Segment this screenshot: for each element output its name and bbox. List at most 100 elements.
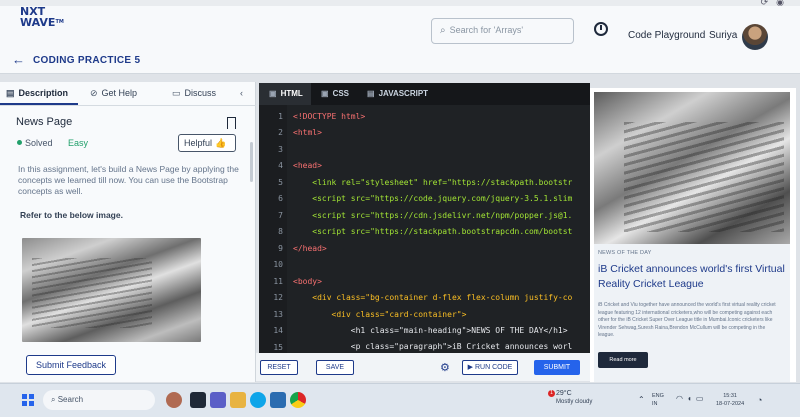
taskbar-widget-icon[interactable] xyxy=(166,392,182,408)
output-preview[interactable]: NEWS OF THE DAY iB Cricket announces wor… xyxy=(590,88,796,382)
js-file-icon: ▤ xyxy=(367,89,375,98)
code-line[interactable]: <head> xyxy=(293,161,588,170)
panel-scrollbar[interactable] xyxy=(250,142,253,182)
preview-paragraph: iB Cricket and Viu together have announc… xyxy=(598,302,776,338)
code-line[interactable]: <!DOCTYPE html> xyxy=(293,112,588,121)
weather-widget[interactable]: 29°C Mostly cloudy xyxy=(556,390,592,406)
line-number-gutter: 1 2 3 4 5 6 7 8 9 10 11 12 13 14 15 xyxy=(259,105,287,353)
task-view-icon[interactable] xyxy=(190,392,206,408)
nxtwave-logo[interactable]: NXT WAVETM xyxy=(20,6,64,28)
bookmark-icon[interactable] xyxy=(227,117,236,129)
code-line[interactable]: <link rel="stylesheet" href="https://sta… xyxy=(293,178,588,187)
code-line[interactable]: <script src="https://code.jquery.com/jqu… xyxy=(293,194,588,203)
save-button[interactable]: SAVE xyxy=(316,360,354,375)
preview-card: NEWS OF THE DAY iB Cricket announces wor… xyxy=(594,244,790,382)
store-icon[interactable] xyxy=(270,392,286,408)
difficulty-badge: Easy xyxy=(68,138,89,148)
line-number: 6 xyxy=(278,194,283,203)
tab-get-help[interactable]: ⊘ Get Help xyxy=(90,88,137,99)
notification-icon[interactable]: ◔ xyxy=(757,395,762,405)
chrome-icon[interactable] xyxy=(290,392,306,408)
file-explorer-icon[interactable] xyxy=(230,392,246,408)
code-line[interactable]: <div class="card-container"> xyxy=(293,310,588,319)
tab-javascript[interactable]: ▤ JAVASCRIPT xyxy=(367,89,428,98)
description-panel: ▤ Description ⊘ Get Help ▭ Discuss ‹ News P… xyxy=(0,82,256,382)
line-number: 13 xyxy=(273,310,283,319)
code-editor[interactable]: ▣ HTML ▣ CSS ▤ JAVASCRIPT 1 2 3 4 5 6 7 8 9… xyxy=(259,83,590,353)
weather-alert-badge: 1 xyxy=(548,390,555,397)
user-name[interactable]: Suriya xyxy=(709,30,737,41)
search-icon: ⌕ xyxy=(440,25,446,36)
editor-toolbar: RESET SAVE ⚙ ▶ RUN CODE SUBMIT xyxy=(256,353,591,381)
refer-text: Refer to the below image. xyxy=(20,210,123,220)
line-number: 11 xyxy=(273,277,283,286)
tab-html[interactable]: ▣ HTML xyxy=(269,89,303,98)
document-icon: ▤ xyxy=(6,88,15,98)
code-line[interactable]: </head> xyxy=(293,244,588,253)
tab-discuss[interactable]: ▭ Discuss xyxy=(172,88,216,99)
thumbs-up-icon: 👍 xyxy=(215,138,227,148)
play-icon: ▶ xyxy=(467,364,475,371)
problem-description: In this assignment, let's build a News P… xyxy=(18,164,239,196)
chat-icon: ▭ xyxy=(172,88,181,98)
preview-heading: iB Cricket announces world's first Virtu… xyxy=(598,263,785,290)
language-indicator[interactable]: ENG IN xyxy=(652,392,664,408)
windows-start-icon[interactable] xyxy=(22,394,34,406)
line-number: 14 xyxy=(273,326,283,335)
submit-button[interactable]: SUBMIT xyxy=(534,360,580,375)
wifi-volume-battery-icons[interactable]: ◠◖▭ xyxy=(676,394,707,403)
timer-icon[interactable] xyxy=(594,22,608,36)
chevron-up-icon[interactable]: ⌃ xyxy=(638,395,645,404)
css3-icon: ▣ xyxy=(321,89,329,98)
tab-css[interactable]: ▣ CSS xyxy=(321,89,349,98)
avatar[interactable] xyxy=(742,24,768,50)
code-playground-link[interactable]: Code Playground xyxy=(628,30,705,41)
search-icon: ⌕ xyxy=(51,395,58,404)
solved-status-dot xyxy=(17,140,22,145)
preview-news-of-day: NEWS OF THE DAY xyxy=(598,250,652,256)
search-input[interactable]: ⌕ Search for 'Arrays' xyxy=(431,18,574,44)
taskbar-search[interactable]: ⌕ Search xyxy=(43,390,155,410)
line-number: 3 xyxy=(278,145,283,154)
panel-tabs: ▤ Description ⊘ Get Help ▭ Discuss ‹ xyxy=(0,82,256,106)
page-title: CODING PRACTICE 5 xyxy=(33,55,141,66)
clock[interactable]: 15:31 18-07-2024 xyxy=(716,392,744,408)
code-line[interactable]: <h1 class="main-heading">NEWS OF THE DAY… xyxy=(293,326,588,335)
tab-description[interactable]: ▤ Description xyxy=(6,88,68,99)
helpful-button[interactable]: Helpful 👍 xyxy=(178,134,236,152)
status-badge: Solved xyxy=(25,138,53,148)
code-line[interactable]: <script src="https://stackpath.bootstrap… xyxy=(293,227,588,236)
gear-icon[interactable]: ⚙ xyxy=(440,361,450,374)
line-number: 5 xyxy=(278,178,283,187)
code-line[interactable]: <html> xyxy=(293,128,588,137)
edge-icon[interactable] xyxy=(250,392,266,408)
teams-icon[interactable] xyxy=(210,392,226,408)
line-number: 15 xyxy=(273,343,283,352)
back-arrow-icon[interactable]: ← xyxy=(12,52,25,67)
collapse-panel-icon[interactable]: ‹ xyxy=(240,88,243,98)
help-circle-icon: ⊘ xyxy=(90,88,98,98)
preview-news-image xyxy=(594,92,790,244)
windows-taskbar: ⌕ Search 1 29°C Mostly cloudy ⌃ ENG IN ◠… xyxy=(0,383,800,417)
line-number: 8 xyxy=(278,227,283,236)
read-more-button[interactable]: Read more xyxy=(598,352,648,368)
submit-feedback-button[interactable]: Submit Feedback xyxy=(26,355,116,375)
code-line[interactable]: <body> xyxy=(293,277,588,286)
code-line[interactable]: <div class="bg-container d-flex flex-col… xyxy=(293,293,588,302)
line-number: 1 xyxy=(278,112,283,121)
line-number: 7 xyxy=(278,211,283,220)
run-code-button[interactable]: ▶ RUN CODE xyxy=(462,360,518,375)
code-line[interactable]: <script src="https://cdn.jsdelivr.net/np… xyxy=(293,211,588,220)
line-number: 12 xyxy=(273,293,283,302)
active-tab-indicator xyxy=(0,103,78,105)
line-number: 2 xyxy=(278,128,283,137)
practice-bar: ← CODING PRACTICE 5 xyxy=(0,50,800,74)
reference-image xyxy=(22,238,201,342)
line-number: 9 xyxy=(278,244,283,253)
problem-title: News Page xyxy=(16,116,73,128)
code-line[interactable]: <p class="paragraph">iB Cricket announce… xyxy=(293,342,588,351)
app-header: NXT WAVETM ⌕ Search for 'Arrays' Code Pla… xyxy=(0,6,800,50)
line-number: 10 xyxy=(273,260,283,269)
reset-button[interactable]: RESET xyxy=(260,360,298,375)
html5-icon: ▣ xyxy=(269,89,277,98)
